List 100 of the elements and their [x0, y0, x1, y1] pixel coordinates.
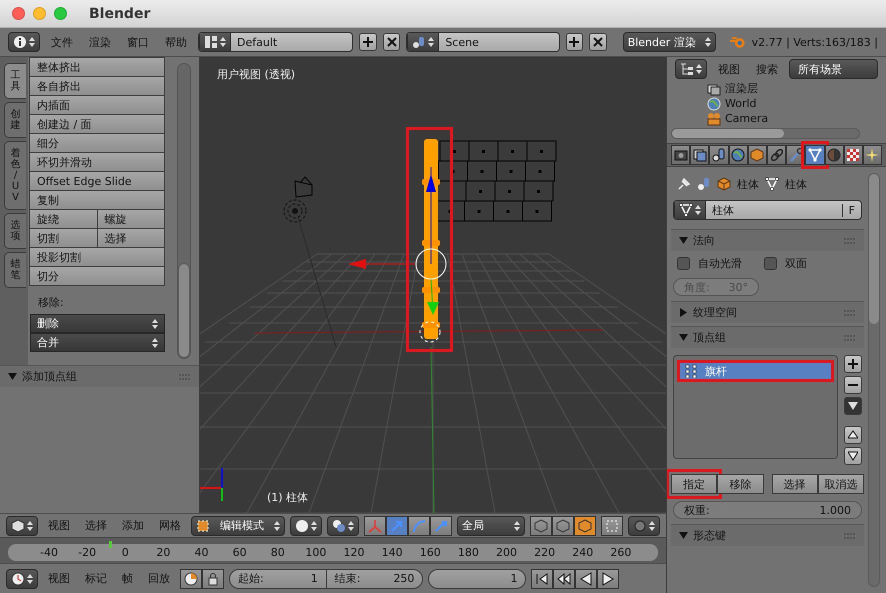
properties-tab[interactable] — [862, 145, 882, 165]
horizontal-scrollbar[interactable] — [671, 128, 860, 139]
menu-item[interactable]: 标记 — [80, 571, 112, 586]
panel-header[interactable]: 纹理空间 — [671, 301, 864, 323]
select-mode-button[interactable] — [552, 516, 574, 536]
outliner-row[interactable]: World — [667, 96, 886, 111]
editor-type-button[interactable] — [6, 568, 38, 588]
menu-item[interactable]: 视图 — [43, 518, 75, 533]
remove-button[interactable] — [844, 376, 862, 394]
panel-header[interactable]: 顶点组 — [671, 326, 864, 348]
scrollbar[interactable] — [868, 173, 880, 587]
menu-item[interactable]: 网格 — [154, 518, 186, 533]
mode-dropdown[interactable]: 编辑模式 — [191, 516, 285, 536]
dropdown-menu[interactable]: 合并 — [30, 333, 165, 352]
menu-item[interactable]: 视图 — [43, 571, 75, 586]
vertex-group-item[interactable]: 旗杆 — [677, 360, 834, 382]
occlude-button[interactable] — [601, 516, 623, 536]
tool-button[interactable]: 旋绕 — [29, 209, 98, 229]
rewind-button[interactable] — [553, 568, 576, 588]
layout-field[interactable]: Default — [198, 32, 354, 52]
scrollbar[interactable] — [177, 63, 191, 359]
menu-item[interactable]: 文件 — [46, 34, 78, 50]
menu-item[interactable]: 添加 — [117, 518, 149, 533]
menu-item[interactable]: 回放 — [143, 571, 175, 586]
outliner-row[interactable]: 渲染层 — [667, 81, 886, 96]
properties-tab[interactable] — [709, 145, 729, 165]
tool-button[interactable]: 投影切割 — [29, 247, 165, 267]
filter-dropdown[interactable]: 所有场景 — [789, 59, 878, 79]
checkbox-option[interactable]: 双面 — [764, 256, 807, 271]
add-button[interactable] — [566, 33, 584, 51]
mesh-selector[interactable] — [674, 201, 706, 219]
menu-item[interactable]: 选择 — [80, 518, 112, 533]
add-button[interactable] — [359, 33, 377, 51]
properties-tab[interactable] — [728, 145, 748, 165]
mesh-datablock-field[interactable]: 柱体 F — [673, 200, 862, 220]
layout-selector[interactable] — [199, 33, 231, 51]
manipulator-button[interactable] — [364, 516, 386, 536]
menu-item[interactable]: 搜索 — [751, 62, 783, 76]
panel-header[interactable]: 添加顶点组 — [0, 365, 199, 387]
properties-tab[interactable] — [844, 145, 863, 165]
fake-user-toggle[interactable]: F — [842, 204, 861, 216]
manipulator-button[interactable] — [408, 516, 430, 536]
tool-button[interactable]: 细分 — [29, 133, 165, 153]
jump-start-button[interactable] — [531, 568, 554, 588]
tool-button[interactable]: 复制 — [29, 190, 165, 210]
move-up-button[interactable] — [844, 426, 862, 444]
editor-type-button[interactable] — [8, 32, 40, 52]
editor-type-button[interactable] — [675, 59, 707, 79]
panel-header[interactable]: 形态键 — [671, 524, 864, 546]
tool-button[interactable]: 创建边 / 面 — [29, 114, 165, 134]
delete-button[interactable] — [589, 33, 607, 51]
current-frame-field[interactable]: 1 — [428, 568, 526, 588]
shelf-tab[interactable]: 着色 / UV — [4, 141, 26, 210]
properties-tab[interactable] — [690, 145, 710, 165]
weight-field[interactable]: 权重: 1.000 — [673, 501, 862, 519]
outliner-row[interactable]: Camera — [667, 111, 886, 126]
breadcrumb-item[interactable]: 柱体 — [737, 176, 759, 192]
tool-button[interactable]: 螺旋 — [96, 209, 165, 229]
tool-button[interactable]: 选择 — [96, 228, 165, 248]
scene-field[interactable]: Scene — [406, 32, 560, 52]
dropdown-menu[interactable]: 删除 — [30, 314, 165, 333]
menu-item[interactable]: 帮助 — [160, 34, 192, 50]
properties-tab[interactable] — [671, 145, 690, 165]
shelf-tab[interactable]: 工具 — [4, 63, 26, 99]
render-engine-dropdown[interactable]: Blender 渲染 — [622, 32, 716, 52]
select-mode-button[interactable] — [574, 516, 596, 536]
playhead-marker[interactable] — [108, 541, 112, 548]
scene-selector[interactable] — [407, 33, 440, 51]
tool-button[interactable]: 切分 — [29, 266, 165, 286]
delete-button[interactable] — [382, 33, 400, 51]
move-down-button[interactable] — [844, 447, 862, 465]
play-button[interactable] — [597, 568, 620, 588]
vertex-group-action-button[interactable]: 选择 — [772, 474, 818, 494]
proportional-dropdown[interactable] — [628, 516, 660, 536]
tool-button[interactable]: 内插面 — [29, 95, 165, 115]
specials-button[interactable] — [844, 397, 862, 415]
shelf-tab[interactable]: 蜡笔 — [4, 252, 26, 288]
breadcrumb-item[interactable]: 柱体 — [785, 176, 807, 192]
play-reverse-button[interactable] — [575, 568, 598, 588]
checkbox-option[interactable]: 自动光滑 — [677, 256, 742, 271]
shelf-tab[interactable]: 创建 — [4, 102, 26, 138]
tool-button[interactable]: 整体挤出 — [29, 57, 165, 77]
timeline-ruler[interactable]: -40 -20 0 20 40 60 80 100 120 140 160 180 200 220 240 260 — [0, 537, 666, 563]
menu-item[interactable]: 视图 — [713, 62, 745, 76]
editor-type-button[interactable] — [6, 516, 38, 536]
vertex-group-action-button[interactable]: 移除 — [717, 474, 764, 494]
tool-button[interactable]: Offset Edge Slide — [29, 171, 165, 191]
menu-item[interactable]: 渲染 — [84, 34, 116, 50]
tool-button[interactable]: 各自挤出 — [29, 76, 165, 96]
select-mode-button[interactable] — [530, 516, 552, 536]
vertex-group-action-button[interactable]: 取消选 — [818, 474, 864, 494]
start-frame-field[interactable]: 起始: 1 — [229, 568, 327, 588]
tool-button[interactable]: 环切并滑动 — [29, 152, 165, 172]
shading-dropdown[interactable] — [290, 516, 322, 536]
panel-header[interactable]: 法向 — [671, 229, 864, 251]
menu-item[interactable]: 帧 — [117, 571, 138, 586]
end-frame-field[interactable]: 结束: 250 — [326, 568, 424, 588]
preview-range-button[interactable] — [180, 568, 202, 588]
lock-button[interactable] — [202, 568, 224, 588]
tool-button[interactable]: 切割 — [29, 228, 98, 248]
